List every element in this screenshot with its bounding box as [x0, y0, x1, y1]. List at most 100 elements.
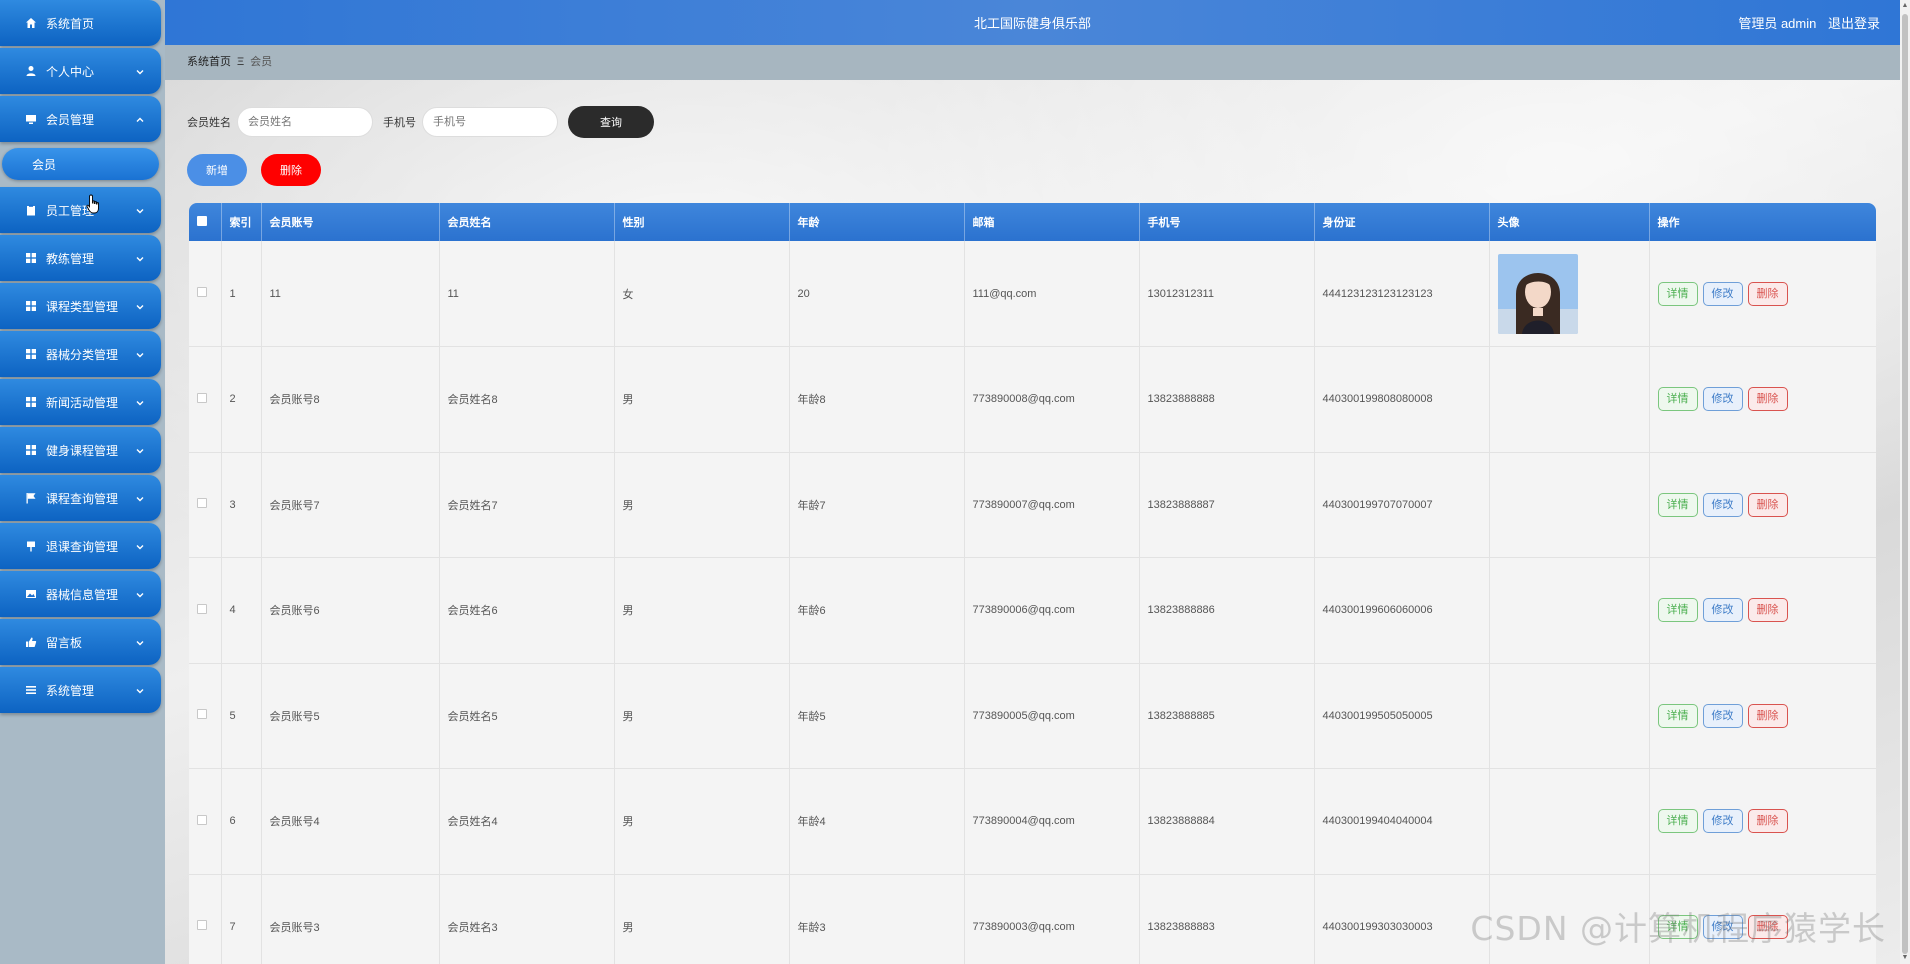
- chevron-down-icon: [135, 685, 145, 695]
- edit-button[interactable]: 修改: [1702, 703, 1743, 728]
- detail-button[interactable]: 详情: [1657, 598, 1698, 623]
- cell-name: 会员姓名8: [439, 346, 615, 453]
- batch-delete-button[interactable]: 删除: [261, 154, 321, 186]
- cell-name: 会员姓名3: [439, 874, 615, 964]
- row-checkbox[interactable]: [197, 603, 207, 614]
- row-select-cell: [189, 874, 222, 964]
- row-delete-button[interactable]: 删除: [1747, 809, 1788, 834]
- cell-index: 3: [221, 452, 262, 558]
- sidebar-item-label: 器械分类管理: [46, 347, 119, 362]
- detail-button[interactable]: 详情: [1657, 387, 1698, 412]
- logout-link[interactable]: 退出登录: [1828, 16, 1880, 31]
- sidebar-item[interactable]: 教练管理: [0, 235, 161, 281]
- sidebar-item[interactable]: 新闻活动管理: [0, 379, 161, 425]
- phone-label: 手机号: [383, 117, 416, 129]
- cell-age: 年龄5: [789, 663, 965, 769]
- table-row: 2 会员账号8 会员姓名8 男年龄8 773890008@qq.com 138238888…: [189, 346, 1876, 453]
- breadcrumb: 系统首页 Ξ 会员: [165, 45, 1900, 80]
- cell-index: 6: [221, 768, 262, 875]
- table-row: 4 会员账号6 会员姓名6 男年龄6 773890006@qq.com 138238888…: [189, 557, 1876, 664]
- query-button[interactable]: 查询: [568, 106, 654, 138]
- row-checkbox[interactable]: [197, 814, 207, 825]
- member-table: 索引 会员账号 会员姓名 性别 年龄 邮箱 手机号 身份证 头像 操作 1 11 1…: [189, 203, 1876, 964]
- row-checkbox[interactable]: [197, 392, 207, 403]
- sidebar-item-label: 退课查询管理: [46, 539, 119, 554]
- cell-gender: 男: [614, 663, 790, 769]
- row-checkbox[interactable]: [197, 498, 207, 509]
- table-row: 5 会员账号5 会员姓名5 男年龄5 773890005@qq.com 138238888…: [189, 663, 1876, 769]
- grid-icon: [24, 299, 38, 313]
- search-form: 会员姓名 手机号 查询: [187, 106, 654, 138]
- cell-avatar: [1489, 241, 1650, 347]
- cell-actions: 详情 修改 删除: [1649, 241, 1876, 347]
- cell-index: 7: [221, 874, 262, 964]
- cell-name: 会员姓名6: [439, 557, 615, 664]
- cell-phone: 13823888887: [1139, 452, 1315, 558]
- cell-avatar: [1489, 346, 1650, 453]
- row-delete-button[interactable]: 删除: [1747, 281, 1788, 306]
- row-checkbox[interactable]: [197, 287, 207, 297]
- chevron-down-icon: [135, 205, 145, 215]
- row-delete-button[interactable]: 删除: [1747, 703, 1788, 728]
- sidebar-item[interactable]: 留言板: [0, 619, 161, 665]
- detail-button[interactable]: 详情: [1657, 703, 1698, 728]
- cell-name: 会员姓名7: [439, 452, 615, 558]
- row-checkbox[interactable]: [197, 920, 207, 931]
- sidebar-item-label: 会员管理: [46, 112, 95, 127]
- sidebar-item[interactable]: 会员管理: [0, 96, 161, 142]
- sidebar-item[interactable]: 健身课程管理: [0, 427, 161, 473]
- breadcrumb-home[interactable]: 系统首页: [187, 56, 231, 68]
- row-select-cell: [189, 557, 222, 664]
- cell-age: 年龄8: [789, 346, 965, 453]
- cell-index: 4: [221, 557, 262, 664]
- edit-button[interactable]: 修改: [1702, 492, 1743, 517]
- breadcrumb-separator-icon: Ξ: [237, 56, 245, 68]
- sidebar-subitem-member[interactable]: 会员: [2, 148, 159, 180]
- detail-button[interactable]: 详情: [1657, 281, 1698, 306]
- edit-button[interactable]: 修改: [1702, 598, 1743, 623]
- chevron-up-icon: [135, 114, 145, 124]
- page-scrollbar[interactable]: ▲ ▼: [1900, 0, 1910, 964]
- sidebar-item[interactable]: 课程类型管理: [0, 283, 161, 329]
- sidebar-item-label: 课程类型管理: [46, 299, 119, 314]
- pin-icon: [24, 539, 38, 553]
- cell-phone: 13823888888: [1139, 346, 1315, 453]
- scroll-thumb[interactable]: [1902, 14, 1908, 954]
- cell-idcard: 440300199606060006: [1314, 557, 1490, 664]
- sidebar: 系统首页 个人中心会员管理员工管理 教练管理课程类型管理 器械分类管理新闻活动管理 健身…: [0, 0, 165, 964]
- col-header: 操作: [1649, 203, 1876, 241]
- phone-input[interactable]: [422, 107, 558, 137]
- edit-button[interactable]: 修改: [1702, 809, 1743, 834]
- scroll-up-icon[interactable]: ▲: [1901, 2, 1909, 10]
- cell-actions: 详情 修改 删除: [1649, 663, 1876, 769]
- scroll-down-icon[interactable]: ▼: [1901, 954, 1909, 962]
- sidebar-item[interactable]: 员工管理: [0, 187, 161, 233]
- edit-button[interactable]: 修改: [1702, 387, 1743, 412]
- row-checkbox[interactable]: [197, 709, 207, 720]
- col-header: 手机号: [1139, 203, 1315, 241]
- home-icon: [24, 16, 38, 30]
- detail-button[interactable]: 详情: [1657, 492, 1698, 517]
- chevron-down-icon: [135, 349, 145, 359]
- cell-index: 2: [221, 346, 262, 453]
- user-icon: [24, 64, 38, 78]
- row-delete-button[interactable]: 删除: [1747, 387, 1788, 412]
- cell-idcard: 444123123123123123: [1314, 241, 1490, 347]
- sidebar-item[interactable]: 课程查询管理: [0, 475, 161, 521]
- sidebar-item[interactable]: 个人中心: [0, 48, 161, 94]
- add-button[interactable]: 新增: [187, 154, 247, 186]
- detail-button[interactable]: 详情: [1657, 809, 1698, 834]
- col-header: 头像: [1489, 203, 1650, 241]
- row-delete-button[interactable]: 删除: [1747, 492, 1788, 517]
- sidebar-item[interactable]: 器械信息管理: [0, 571, 161, 617]
- sidebar-item[interactable]: 系统首页: [0, 0, 161, 46]
- sidebar-item[interactable]: 退课查询管理: [0, 523, 161, 569]
- member-name-input[interactable]: [237, 107, 373, 137]
- edit-button[interactable]: 修改: [1702, 281, 1743, 306]
- row-delete-button[interactable]: 删除: [1747, 598, 1788, 623]
- sidebar-item[interactable]: 系统管理: [0, 667, 161, 713]
- hand-cursor-icon: [86, 194, 99, 214]
- cell-avatar: [1489, 768, 1650, 875]
- select-all-checkbox[interactable]: [197, 215, 207, 226]
- sidebar-item[interactable]: 器械分类管理: [0, 331, 161, 377]
